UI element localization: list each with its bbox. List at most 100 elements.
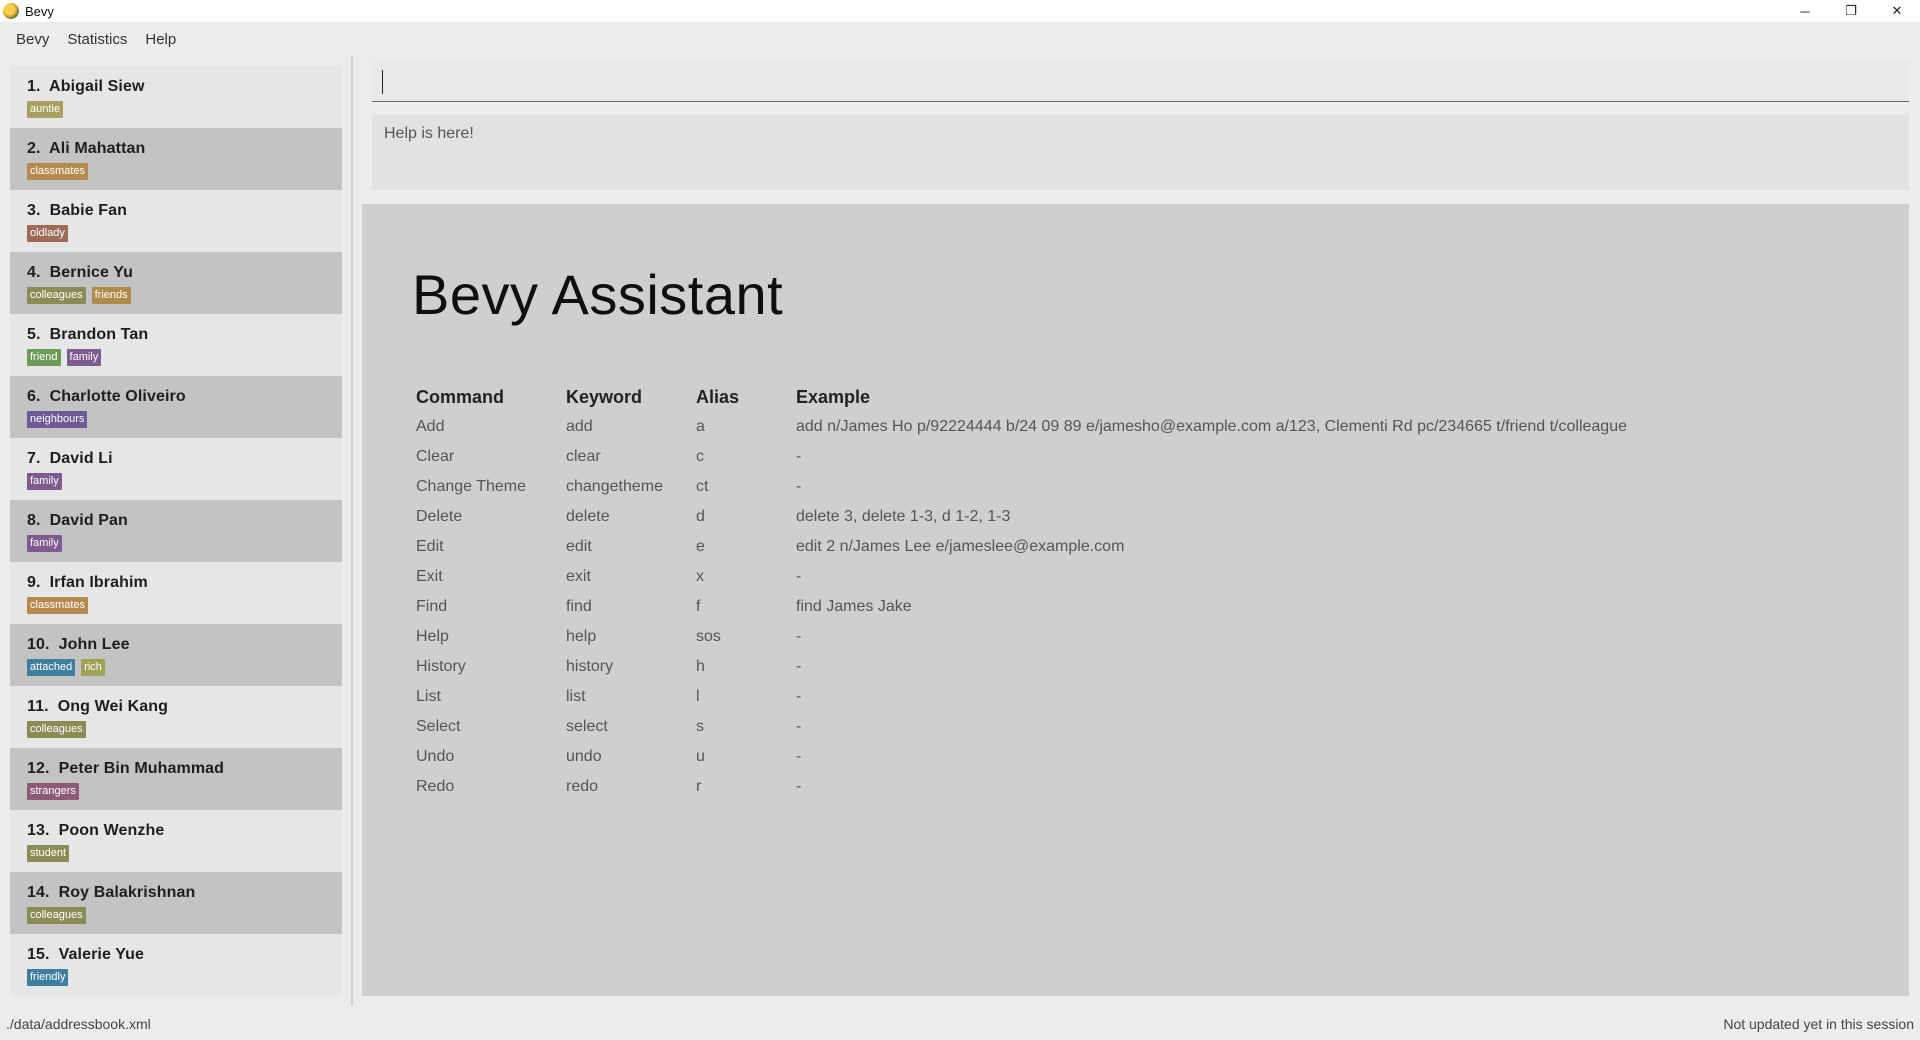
tag-list: classmates <box>27 163 327 180</box>
person-index: 9. <box>27 574 41 591</box>
command-example: - <box>796 658 802 675</box>
person-index: 5. <box>27 326 41 343</box>
person-name-text: Roy Balakrishnan <box>58 884 196 901</box>
person-index: 8. <box>27 512 41 529</box>
person-name-text: Valerie Yue <box>58 946 144 963</box>
menu-help[interactable]: Help <box>137 27 184 52</box>
person-name-text: Brandon Tan <box>49 326 149 343</box>
person-name-text: Peter Bin Muhammad <box>58 760 225 777</box>
command-table-header: Command Keyword Alias Example <box>416 382 1696 412</box>
person-index: 3. <box>27 202 41 219</box>
command-row: Delete delete d delete 3, delete 1-3, d 1-2… <box>416 502 1696 532</box>
command-alias: a <box>696 418 705 435</box>
command-example: - <box>796 478 802 495</box>
person-name-text: David Li <box>49 450 113 467</box>
person-card[interactable]: 5. Brandon Tan friend family <box>10 314 342 376</box>
command-keyword: undo <box>566 748 602 765</box>
person-card[interactable]: 1. Abigail Siew auntie <box>10 66 342 128</box>
person-index: 12. <box>27 760 50 777</box>
person-name-text: Babie Fan <box>49 202 128 219</box>
tag-list: attached rich <box>27 659 327 676</box>
command-alias: l <box>696 688 700 705</box>
command-name: History <box>416 658 466 675</box>
tag-list: strangers <box>27 783 327 800</box>
command-name: Undo <box>416 748 455 765</box>
command-name: Find <box>416 598 448 615</box>
assistant-title: Bevy Assistant <box>412 263 784 326</box>
panel-divider[interactable] <box>351 56 353 1006</box>
command-row: List list l - <box>416 682 1696 712</box>
restore-icon[interactable]: ❐ <box>1828 0 1874 22</box>
minimize-icon[interactable]: ─ <box>1782 0 1828 22</box>
person-card[interactable]: 9. Irfan Ibrahim classmates <box>10 562 342 624</box>
command-row: Select select s - <box>416 712 1696 742</box>
person-card[interactable]: 6. Charlotte Oliveiro neighbours <box>10 376 342 438</box>
person-name-text: Bernice Yu <box>49 264 134 281</box>
person-card[interactable]: 8. David Pan family <box>10 500 342 562</box>
tag-list: colleagues <box>27 907 327 924</box>
command-keyword: delete <box>566 508 610 525</box>
tag-list: neighbours <box>27 411 327 428</box>
command-example: - <box>796 718 802 735</box>
command-keyword: history <box>566 658 614 675</box>
command-row: Help help sos - <box>416 622 1696 652</box>
command-example: - <box>796 448 802 465</box>
person-card[interactable]: 4. Bernice Yu colleagues friends <box>10 252 342 314</box>
tag-badge: auntie <box>27 101 63 118</box>
person-card[interactable]: 11. Ong Wei Kang colleagues <box>10 686 342 748</box>
person-card[interactable]: 10. John Lee attached rich <box>10 624 342 686</box>
command-row: Exit exit x - <box>416 562 1696 592</box>
person-card[interactable]: 7. David Li family <box>10 438 342 500</box>
person-name-text: Ali Mahattan <box>49 140 146 157</box>
command-alias: s <box>696 718 704 735</box>
command-input[interactable] <box>372 60 1909 102</box>
command-name: Redo <box>416 778 455 795</box>
person-card[interactable]: 13. Poon Wenzhe student <box>10 810 342 872</box>
person-name: 8. David Pan <box>27 512 327 530</box>
person-card[interactable]: 2. Ali Mahattan classmates <box>10 128 342 190</box>
person-name-text: Charlotte Oliveiro <box>49 388 186 405</box>
command-keyword: find <box>566 598 592 615</box>
command-name: Edit <box>416 538 444 555</box>
tag-badge: family <box>27 473 62 490</box>
command-alias: h <box>696 658 705 675</box>
command-example: - <box>796 778 802 795</box>
tag-badge: attached <box>27 659 76 676</box>
command-keyword: exit <box>566 568 591 585</box>
status-bar: ./data/addressbook.xml Not updated yet i… <box>0 1012 1920 1036</box>
command-alias: r <box>696 778 702 795</box>
person-card[interactable]: 12. Peter Bin Muhammad strangers <box>10 748 342 810</box>
command-keyword: changetheme <box>566 478 663 495</box>
command-row: History history h - <box>416 652 1696 682</box>
command-name: Delete <box>416 508 463 525</box>
command-name: Clear <box>416 448 455 465</box>
person-name: 4. Bernice Yu <box>27 264 327 282</box>
tag-list: colleagues friends <box>27 287 327 304</box>
window-controls: ─ ❐ ✕ <box>1782 0 1920 22</box>
person-name: 11. Ong Wei Kang <box>27 698 327 716</box>
command-example: - <box>796 628 802 645</box>
command-row: Redo redo r - <box>416 772 1696 802</box>
tag-badge: oldlady <box>27 225 68 242</box>
command-keyword: help <box>566 628 597 645</box>
command-alias: c <box>696 448 704 465</box>
menu-bevy[interactable]: Bevy <box>8 27 57 52</box>
person-list[interactable]: 1. Abigail Siew auntie 2. Ali Mahattan clas… <box>10 66 342 996</box>
command-example: - <box>796 748 802 765</box>
person-card[interactable]: 3. Babie Fan oldlady <box>10 190 342 252</box>
tag-badge: friendly <box>27 969 69 986</box>
menu-statistics[interactable]: Statistics <box>59 27 135 52</box>
person-name: 2. Ali Mahattan <box>27 140 327 158</box>
person-card[interactable]: 15. Valerie Yue friendly <box>10 934 342 996</box>
tag-badge: colleagues <box>27 907 86 924</box>
close-icon[interactable]: ✕ <box>1874 0 1920 22</box>
person-index: 10. <box>27 636 50 653</box>
tag-badge: friends <box>91 287 131 304</box>
person-name: 12. Peter Bin Muhammad <box>27 760 327 778</box>
command-keyword: redo <box>566 778 599 795</box>
person-index: 7. <box>27 450 41 467</box>
person-card[interactable]: 14. Roy Balakrishnan colleagues <box>10 872 342 934</box>
menu-bar: Bevy Statistics Help <box>0 22 1920 56</box>
tag-badge: student <box>27 845 70 862</box>
person-index: 13. <box>27 822 50 839</box>
